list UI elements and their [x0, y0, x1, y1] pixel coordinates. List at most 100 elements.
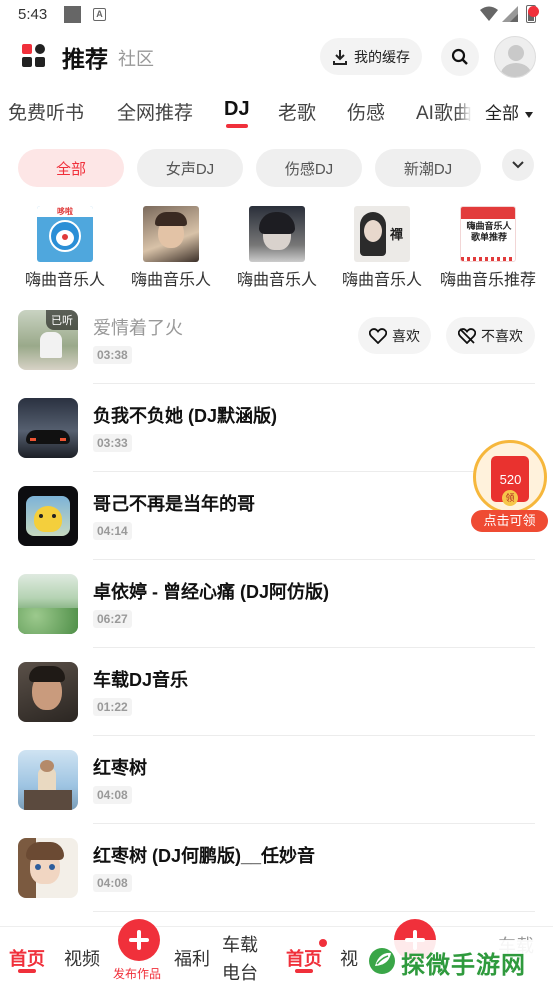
- notification-icon: [64, 6, 81, 23]
- song-duration: 01:22: [93, 698, 132, 716]
- all-categories-label: 全部: [485, 104, 519, 123]
- my-cache-button[interactable]: 我的缓存: [320, 38, 422, 75]
- nav-car-radio-line2: 电台: [222, 963, 258, 983]
- tab-free-audiobook[interactable]: 免费听书: [8, 98, 84, 125]
- status-bar: 5:43 A: [0, 0, 553, 30]
- song-cover: [18, 574, 78, 634]
- claim-button[interactable]: 点击可领: [471, 510, 548, 532]
- song-cover: [18, 662, 78, 722]
- song-title: 车载DJ音乐: [93, 670, 189, 690]
- song-duration: 04:14: [93, 522, 132, 540]
- song-cover: 已听: [18, 310, 78, 370]
- active-tab-indicator: [226, 124, 248, 128]
- playlist-cover: 禪: [354, 206, 410, 262]
- song-duration: 04:08: [93, 786, 132, 804]
- chip-female-dj[interactable]: 女声DJ: [137, 149, 243, 187]
- nav-car-radio[interactable]: 车载 电台: [222, 931, 258, 984]
- download-icon: [333, 49, 347, 65]
- chip-sad-dj[interactable]: 伤感DJ: [256, 149, 362, 187]
- caret-down-icon: [525, 111, 533, 118]
- notification-dot: [319, 939, 327, 947]
- app-logo-icon[interactable]: [22, 44, 46, 68]
- user-avatar-icon[interactable]: [494, 36, 536, 78]
- playlist-card[interactable]: 哆啦 嗨曲音乐人: [12, 206, 118, 290]
- song-cover: [18, 838, 78, 898]
- song-title: 卓依婷 - 曾经心痛 (DJ阿仿版): [93, 582, 329, 602]
- nav-active-indicator: [295, 969, 313, 973]
- search-button[interactable]: [441, 38, 479, 76]
- nav-video[interactable]: 视频: [64, 945, 100, 971]
- notification-dot: [528, 6, 539, 17]
- song-duration: 04:08: [93, 874, 132, 892]
- tab-old-songs[interactable]: 老歌: [278, 98, 316, 125]
- watermark-logo-icon: [369, 948, 395, 974]
- signal-icon: [502, 6, 518, 22]
- tab-community[interactable]: 社区: [118, 45, 154, 71]
- song-title: 红枣树: [93, 758, 147, 778]
- publish-plus-icon[interactable]: [118, 919, 160, 961]
- playlist-label: 嗨曲音乐人: [236, 272, 317, 289]
- cover-text: 嗨曲音乐人 歌单推荐: [466, 221, 512, 242]
- playlist-cover: 嗨曲音乐人 歌单推荐: [460, 206, 516, 262]
- playlist-label: 嗨曲音乐推荐: [439, 272, 536, 289]
- tab-ai-songs[interactable]: AI歌曲: [416, 98, 472, 125]
- tab-recommend[interactable]: 推荐: [62, 40, 108, 74]
- song-title: 负我不负她 (DJ默涵版): [93, 406, 277, 426]
- tab-sad[interactable]: 伤感: [347, 98, 385, 125]
- cover-text: 哆啦: [37, 206, 93, 217]
- playlist-label: 嗨曲音乐人: [24, 272, 105, 289]
- song-row[interactable]: 车载DJ音乐 01:22: [0, 648, 553, 736]
- all-categories-dropdown[interactable]: 全部: [474, 90, 553, 130]
- chip-trendy-dj[interactable]: 新潮DJ: [375, 149, 481, 187]
- dislike-label: 不喜欢: [481, 327, 523, 344]
- song-row[interactable]: 已听 爱情着了火 03:38 喜欢 不喜欢: [0, 296, 553, 384]
- like-label: 喜欢: [392, 327, 420, 344]
- song-row[interactable]: 卓依婷 - 曾经心痛 (DJ阿仿版) 06:27: [0, 560, 553, 648]
- playlist-cover: [143, 206, 199, 262]
- playlist-label: 嗨曲音乐人: [341, 272, 422, 289]
- red-packet-amount: 520: [499, 472, 522, 487]
- my-cache-label: 我的缓存: [354, 48, 410, 65]
- nav-publish-label[interactable]: 发布作品: [113, 965, 161, 982]
- category-tabs: 免费听书 全网推荐 DJ 老歌 伤感 AI歌曲: [0, 90, 553, 130]
- song-title: 哥己不再是当年的哥: [93, 494, 255, 514]
- playlist-card[interactable]: 嗨曲音乐人 歌单推荐 嗨曲音乐推荐: [435, 206, 541, 290]
- nav-welfare[interactable]: 福利: [174, 945, 210, 971]
- nav-home-duplicate[interactable]: 首页: [286, 945, 322, 971]
- song-row[interactable]: 红枣树 04:08: [0, 736, 553, 824]
- song-cover: [18, 398, 78, 458]
- playlist-card[interactable]: 禪 嗨曲音乐人: [329, 206, 435, 290]
- dislike-button[interactable]: 不喜欢: [446, 317, 535, 354]
- nav-car-radio-line1: 车载: [222, 935, 258, 955]
- song-title: 爱情着了火: [93, 318, 183, 338]
- watermark: 探微手游网: [365, 940, 553, 984]
- playlist-label: 嗨曲音乐人: [130, 272, 211, 289]
- playlist-cover: [249, 206, 305, 262]
- tab-dj[interactable]: DJ: [224, 98, 250, 121]
- song-row[interactable]: 红枣树 (DJ何鹏版)__任妙音 04:08: [0, 824, 553, 912]
- red-packet-widget[interactable]: 520 领 点击可领: [471, 440, 548, 532]
- playlist-card[interactable]: 嗨曲音乐人: [118, 206, 224, 290]
- played-badge: 已听: [46, 310, 78, 330]
- top-header: 推荐 社区 我的缓存: [0, 30, 553, 86]
- watermark-text: 探微手游网: [401, 952, 526, 979]
- song-duration: 03:38: [93, 346, 132, 364]
- chip-all[interactable]: 全部: [18, 149, 124, 187]
- nav-video-partial[interactable]: 视: [340, 945, 358, 971]
- like-button[interactable]: 喜欢: [358, 317, 431, 354]
- wifi-icon: [480, 6, 498, 21]
- cover-text: 禪: [390, 227, 404, 242]
- status-time: 5:43: [18, 6, 48, 23]
- song-duration: 03:33: [93, 434, 132, 452]
- expand-chips-button[interactable]: [502, 149, 534, 181]
- song-cover: [18, 750, 78, 810]
- song-cover: [18, 486, 78, 546]
- heart-broken-icon: [458, 327, 476, 344]
- divider: [93, 911, 535, 912]
- song-title: 红枣树 (DJ何鹏版)__任妙音: [93, 846, 316, 866]
- tab-network-recommend[interactable]: 全网推荐: [117, 98, 193, 125]
- keyboard-a-icon: A: [93, 8, 106, 21]
- playlist-card[interactable]: 嗨曲音乐人: [224, 206, 330, 290]
- nav-home[interactable]: 首页: [9, 945, 45, 971]
- chevron-down-icon: [512, 161, 524, 169]
